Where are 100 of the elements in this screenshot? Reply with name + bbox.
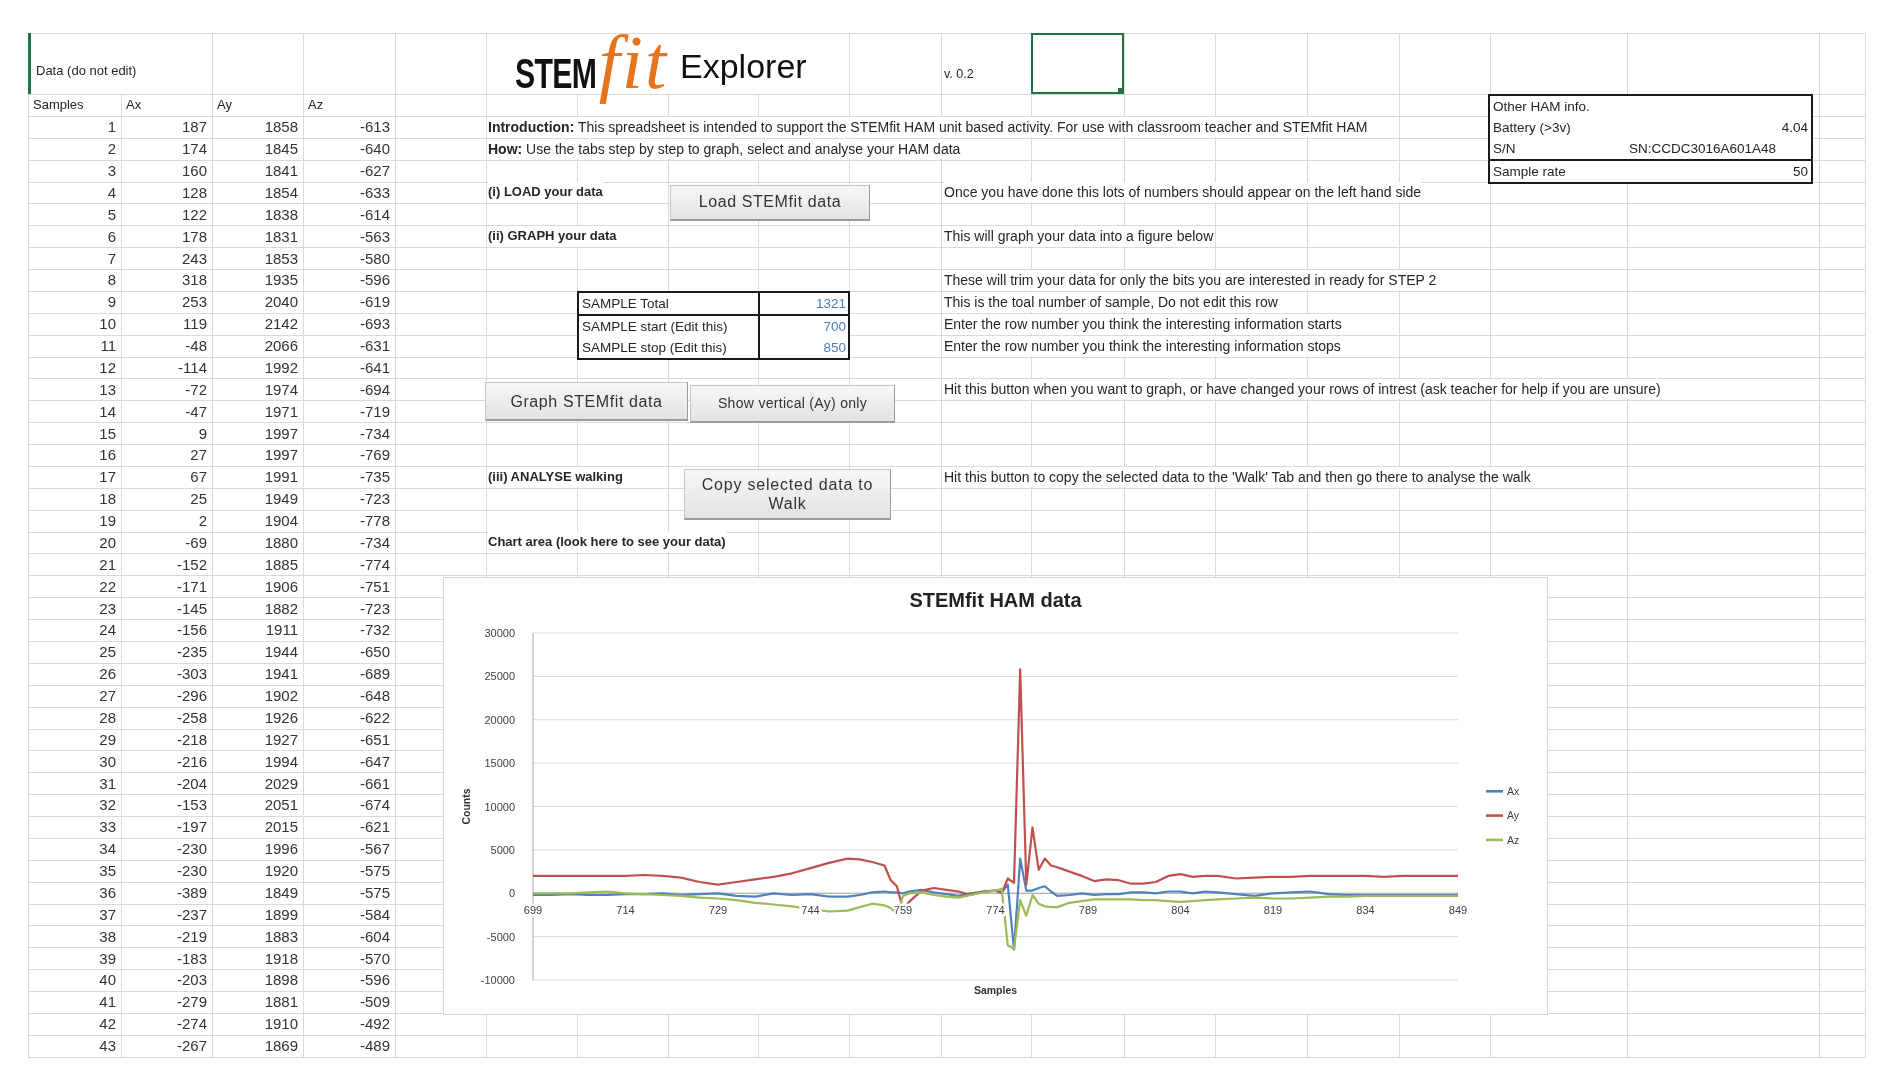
table-cell: -627 [359,162,390,180]
table-cell: 27 [99,687,116,705]
table-cell: 35 [99,862,116,880]
table-cell: 1920 [264,862,298,880]
table-cell: 39 [99,949,116,967]
table-cell: -575 [359,862,390,880]
legend-label: Ax [1507,785,1520,798]
table-cell: 16 [99,446,116,464]
table-cell: 22 [99,577,116,595]
table-cell: 33 [99,818,116,836]
table-cell: 1869 [264,1037,298,1055]
table-cell: 1849 [264,883,298,901]
table-cell: -237 [176,905,207,923]
table-cell: 13 [99,380,116,398]
table-cell: -204 [176,774,207,792]
table-cell: 2029 [264,774,298,792]
table-cell: 122 [181,205,207,223]
table-cell: -641 [359,358,390,376]
table-cell: -509 [359,993,390,1011]
table-cell: 15 [99,424,116,442]
table-cell: -152 [176,555,207,573]
table-cell: -274 [176,1015,207,1033]
info-label: Sample rate [1493,163,1566,181]
table-cell: 11 [100,337,116,355]
column-header: Samples [33,97,84,113]
table-cell: 2 [198,512,207,530]
table-cell: -584 [359,905,390,923]
action-button[interactable]: Load STEMfit data [670,184,870,221]
table-cell: -303 [176,665,207,683]
table-cell: 3 [107,162,116,180]
tick-label: 15000 [484,757,515,770]
table-cell: -69 [185,533,207,551]
tick-label: 849 [1448,904,1468,917]
table-cell: 1880 [264,533,298,551]
cell-selection[interactable] [1031,33,1124,94]
table-cell: -631 [359,337,390,355]
table-cell: 2015 [264,818,298,836]
table-cell: -575 [359,883,390,901]
table-cell: -774 [359,555,390,573]
table-cell: 2142 [264,315,298,333]
table-cell: -633 [359,183,390,201]
table-cell: 1927 [264,730,298,748]
action-button[interactable]: Copy selected data to Walk [684,468,891,520]
table-cell: 1854 [264,183,298,201]
table-cell: 26 [99,665,116,683]
table-cell: 29 [99,730,116,748]
table-cell: 18 [99,490,116,508]
table-cell: -156 [176,621,207,639]
table-cell: 253 [181,293,207,311]
table-cell: 9 [107,293,116,311]
table-cell: 1910 [264,1015,298,1033]
column-header: Az [308,97,324,113]
table-cell: -72 [185,380,207,398]
table-cell: -258 [176,708,207,726]
table-cell: -596 [359,271,390,289]
table-cell: -619 [359,293,390,311]
version-label: v. 0.2 [944,67,974,81]
info-value: 50 [1792,163,1808,181]
tick-label: 789 [1078,904,1098,917]
table-cell: 1994 [264,752,298,770]
table-cell: 1 [107,118,116,136]
table-cell: 6 [107,227,116,245]
table-cell: 34 [99,840,116,858]
table-cell: -622 [359,708,390,726]
info-value: 4.04 [1781,119,1808,137]
table-cell: -492 [359,1015,390,1033]
tick-label: 25000 [484,670,515,683]
tick-label: 804 [1171,904,1190,917]
table-cell: -114 [178,358,207,376]
table-cell: 1858 [264,118,298,136]
table-cell: 1935 [264,271,298,289]
table-cell: -570 [359,949,390,967]
table-cell: 1904 [264,512,298,530]
step-label: (iii) ANALYSE walking [488,466,623,487]
tick-label: 20000 [484,714,515,726]
table-cell: -723 [359,490,390,508]
range-value[interactable]: 700 [758,315,848,337]
table-cell: 38 [99,927,116,945]
table-cell: 17 [99,468,116,486]
table-cell: 4 [107,183,116,201]
table-cell: 36 [99,883,116,901]
table-cell: 174 [181,140,207,158]
action-button[interactable]: Graph STEMfit data [485,382,688,422]
chart-area-label: Chart area (look here to see your data) [488,532,726,553]
table-cell: -216 [176,752,207,770]
table-cell: 1918 [264,949,298,967]
table-cell: 1992 [264,358,298,376]
table-cell: -674 [359,796,390,814]
tick-label: 714 [616,904,635,917]
info-title: Other HAM info. [1493,98,1590,116]
table-cell: 2040 [264,293,298,311]
table-cell: -613 [359,118,390,136]
column-header: Ay [217,97,232,113]
table-cell: 1841 [264,162,298,180]
table-cell: 1911 [265,621,298,639]
table-cell: 25 [99,643,116,661]
table-cell: 1881 [264,993,298,1011]
table-cell: -567 [359,840,390,858]
range-value[interactable]: 850 [758,336,848,358]
action-button[interactable]: Show vertical (Ay) only [690,385,895,424]
